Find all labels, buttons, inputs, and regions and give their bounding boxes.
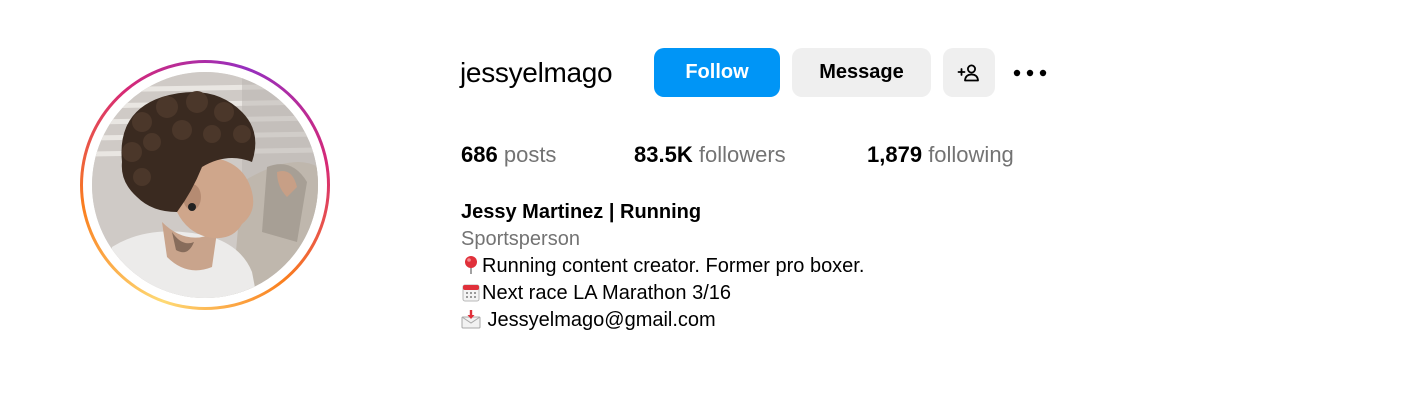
profile-photo-icon <box>92 72 318 298</box>
follow-button[interactable]: Follow <box>654 48 780 97</box>
posts-count: 686 posts <box>461 140 556 170</box>
category-label: Sportsperson <box>461 228 580 250</box>
following-count[interactable]: 1,879 following <box>867 140 1014 170</box>
followers-label: followers <box>698 142 786 167</box>
following-value: 1,879 <box>867 142 923 167</box>
full-name: Jessy Martinez | Running <box>461 201 702 223</box>
bio-line: Running content creator. Former pro boxe… <box>461 253 1161 280</box>
following-label: following <box>928 142 1014 167</box>
round-pushpin-icon <box>465 256 477 274</box>
bio-line: Next race LA Marathon 3/16 <box>461 280 1161 307</box>
profile-bio: Jessy Martinez | Running Sportsperson Ru… <box>461 199 1161 334</box>
posts-label: posts <box>503 142 557 167</box>
more-options-icon <box>1013 69 1047 77</box>
followers-value: 83.5K <box>634 142 693 167</box>
calendar-icon <box>462 284 480 302</box>
suggested-accounts-button[interactable] <box>943 48 995 97</box>
bio-line-text: Running content creator. Former pro boxe… <box>482 255 865 277</box>
username: jessyelmago <box>460 57 613 88</box>
bio-line: Jessyelmago@gmail.com <box>461 307 1161 334</box>
email-link[interactable]: Jessyelmago@gmail.com <box>482 309 716 331</box>
envelope-arrow-icon <box>461 310 481 329</box>
followers-count[interactable]: 83.5K followers <box>634 140 786 170</box>
posts-value: 686 <box>461 142 498 167</box>
more-options-button[interactable] <box>1006 56 1054 90</box>
bio-line-text: Next race LA Marathon 3/16 <box>482 282 732 304</box>
add-person-icon <box>957 64 979 81</box>
avatar[interactable] <box>92 72 318 298</box>
message-button[interactable]: Message <box>792 48 931 97</box>
avatar-story-ring[interactable] <box>80 60 330 310</box>
